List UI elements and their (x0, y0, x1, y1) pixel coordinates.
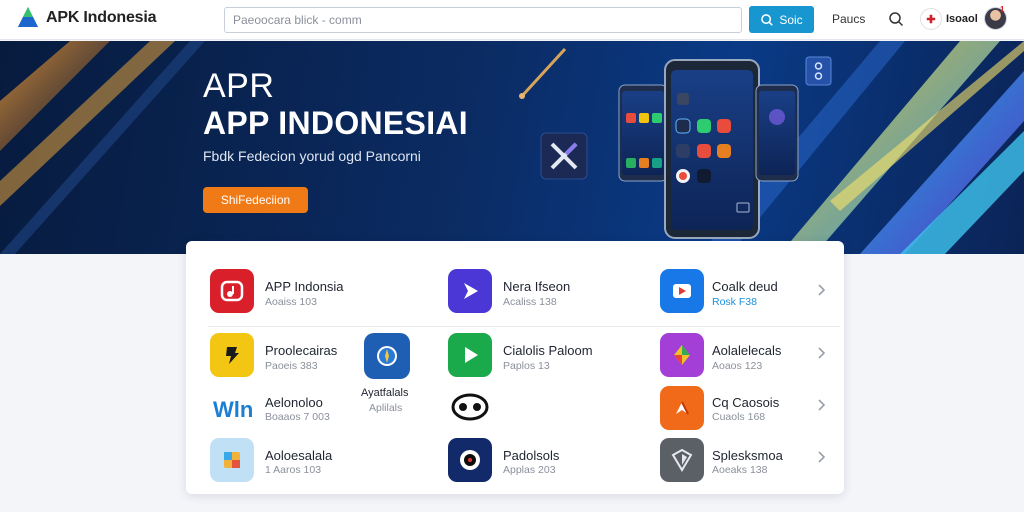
wifi-logo-icon[interactable]: Wln (210, 387, 254, 431)
apk-logo-icon (18, 7, 38, 27)
cube-icon[interactable] (210, 438, 254, 482)
hero-banner: APR APP INDONESIAI Fbdk Fedecion yorud o… (0, 41, 1024, 254)
app-meta: Acaliss 138 (503, 296, 557, 308)
app-meta: Paplos 13 (503, 360, 550, 372)
app-name[interactable]: APP Indonsia (265, 279, 344, 294)
search-button-label: Soic (779, 12, 803, 27)
app-meta: Rosk F38 (712, 296, 757, 308)
app-name[interactable]: Aelonoloo (265, 395, 323, 410)
arrow-up-icon[interactable] (660, 386, 704, 430)
search-button[interactable]: Soic (749, 6, 814, 33)
brand[interactable]: APK Indonesia (16, 6, 157, 30)
app-name[interactable]: Nera Ifseon (503, 279, 570, 294)
music-icon[interactable] (210, 269, 254, 313)
app-meta: Cuaols 168 (712, 411, 766, 423)
app-meta: Boaaos 7 003 (265, 411, 330, 423)
app-name[interactable]: Padolsols (503, 448, 559, 463)
hero-kicker: APR (203, 67, 275, 105)
hero-artwork (0, 41, 1024, 254)
app-name[interactable]: Aolalelecals (712, 343, 781, 358)
app-meta: Aoaos 123 (712, 360, 763, 372)
app-name[interactable]: Splesksmoa (712, 448, 783, 463)
user-name: Isoaol (946, 13, 978, 25)
chevron-right-icon[interactable] (816, 283, 826, 297)
bolt-icon[interactable] (210, 333, 254, 377)
search-icon (761, 13, 774, 26)
svg-text:Wln: Wln (213, 397, 253, 422)
hero-cta-button[interactable]: ShiFedeciion (203, 187, 308, 213)
chevron-right-icon[interactable] (816, 398, 826, 412)
app-name[interactable]: Proolecairas (265, 343, 337, 358)
divider (208, 326, 840, 327)
record-icon[interactable] (448, 438, 492, 482)
play-arrow-icon[interactable] (448, 269, 492, 313)
user-chip[interactable]: ✚ Isoaol (920, 6, 978, 32)
app-meta: Applas 203 (503, 464, 556, 476)
app-name[interactable]: Coalk deud (712, 279, 778, 294)
nav-link[interactable]: Paucs (832, 12, 865, 26)
app-meta: Aoeaks 138 (712, 464, 768, 476)
play-triangle-icon[interactable] (448, 333, 492, 377)
app-meta: Paoeis 383 (265, 360, 318, 372)
maps-icon[interactable] (660, 333, 704, 377)
chevron-right-icon[interactable] (816, 346, 826, 360)
flag-icon: ✚ (920, 8, 942, 30)
hero-subtitle: Fbdk Fedecion yorud ogd Pancorni (203, 148, 421, 164)
hero-title: APP INDONESIAI (203, 105, 468, 141)
app-name[interactable]: Cialolis Paloom (503, 343, 593, 358)
shield-icon[interactable] (660, 438, 704, 482)
top-bar: APK Indonesia Soic Paucs ✚ Isoaol 1 (0, 0, 1024, 40)
glasses-icon[interactable] (450, 392, 490, 422)
app-meta: Aplilals (369, 402, 403, 414)
chevron-right-icon[interactable] (816, 450, 826, 464)
app-name[interactable]: Aoloesalala (265, 448, 332, 463)
compass-icon[interactable] (364, 333, 410, 379)
app-meta: 1 Aaros 103 (265, 464, 322, 476)
notification-badge: 1 (1000, 5, 1005, 14)
brand-name: APK Indonesia (46, 9, 157, 26)
video-icon[interactable] (660, 269, 704, 313)
app-name[interactable]: Ayatfalals (361, 387, 409, 399)
app-name[interactable]: Cq Caosois (712, 395, 779, 410)
search-input[interactable] (224, 7, 742, 33)
search-icon[interactable] (888, 11, 904, 27)
app-meta: Aoaiss 103 (265, 296, 317, 308)
